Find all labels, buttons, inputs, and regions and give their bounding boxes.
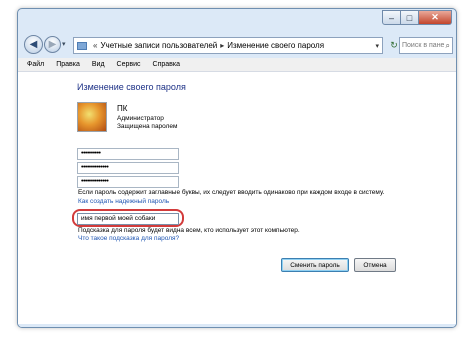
user-avatar <box>77 102 107 132</box>
refresh-icon: ↻ <box>390 40 398 50</box>
confirm-password-field[interactable]: •••••••••••••• <box>77 176 179 188</box>
window-controls: – □ ✕ <box>382 10 452 25</box>
user-name: ПК <box>117 104 128 113</box>
search-placeholder: Поиск в пане <box>402 42 445 49</box>
address-bar[interactable]: « Учетные записи пользователей ▸ Изменен… <box>73 37 383 54</box>
page-title: Изменение своего пароля <box>77 82 186 92</box>
password-hint-field[interactable]: имя первой моей собаки <box>77 213 179 225</box>
forward-button[interactable]: ▶ <box>44 36 61 53</box>
user-role: Администратор <box>117 115 164 122</box>
window-bottom-frame <box>18 324 456 327</box>
menu-bar: Файл Правка Вид Сервис Справка <box>18 58 456 72</box>
content-pane: Изменение своего пароля ПК Администратор… <box>18 72 456 324</box>
hint-help-link[interactable]: Что такое подсказка для пароля? <box>78 235 179 242</box>
back-arrow-icon: ◀ <box>29 39 38 50</box>
menu-file[interactable]: Файл <box>27 61 44 68</box>
menu-view[interactable]: Вид <box>92 61 105 68</box>
address-dropdown-icon[interactable]: ▾ <box>372 42 382 50</box>
caps-lock-note: Если пароль содержит заглавные буквы, их… <box>78 189 385 196</box>
cancel-button[interactable]: Отмена <box>354 258 396 272</box>
search-icon[interactable]: ⌕ <box>446 41 452 51</box>
user-password-status: Защищена паролем <box>117 123 178 130</box>
title-bar: – □ ✕ <box>18 9 456 37</box>
breadcrumb-user-accounts[interactable]: Учетные записи пользователей <box>100 41 217 50</box>
breadcrumb-arrow-icon[interactable]: ▸ <box>220 41 224 50</box>
menu-tools[interactable]: Сервис <box>117 61 141 68</box>
back-button[interactable]: ◀ <box>24 35 43 54</box>
change-password-button[interactable]: Сменить пароль <box>281 258 349 272</box>
breadcrumb-change-password[interactable]: Изменение своего пароля <box>227 41 324 50</box>
menu-edit[interactable]: Правка <box>56 61 80 68</box>
minimize-button[interactable]: – <box>382 10 401 25</box>
maximize-button[interactable]: □ <box>401 10 419 25</box>
search-box[interactable]: Поиск в пане ⌕ <box>399 37 453 54</box>
current-password-field[interactable]: •••••••••• <box>77 148 179 160</box>
recent-pages-dropdown[interactable]: ▾ <box>62 40 66 48</box>
close-button[interactable]: ✕ <box>419 10 452 25</box>
strong-password-link[interactable]: Как создать надежный пароль <box>78 198 169 205</box>
breadcrumb-overflow-icon[interactable]: « <box>93 41 97 50</box>
navigation-bar: ◀ ▶ ▾ « Учетные записи пользователей ▸ И… <box>18 35 456 58</box>
control-panel-window: – □ ✕ ◀ ▶ ▾ « Учетные записи пользовател… <box>17 8 457 328</box>
control-panel-icon <box>77 41 87 50</box>
forward-arrow-icon: ▶ <box>48 39 57 50</box>
hint-visibility-note: Подсказка для пароля будет видна всем, к… <box>78 227 300 234</box>
new-password-field[interactable]: •••••••••••••• <box>77 162 179 174</box>
menu-help[interactable]: Справка <box>153 61 180 68</box>
